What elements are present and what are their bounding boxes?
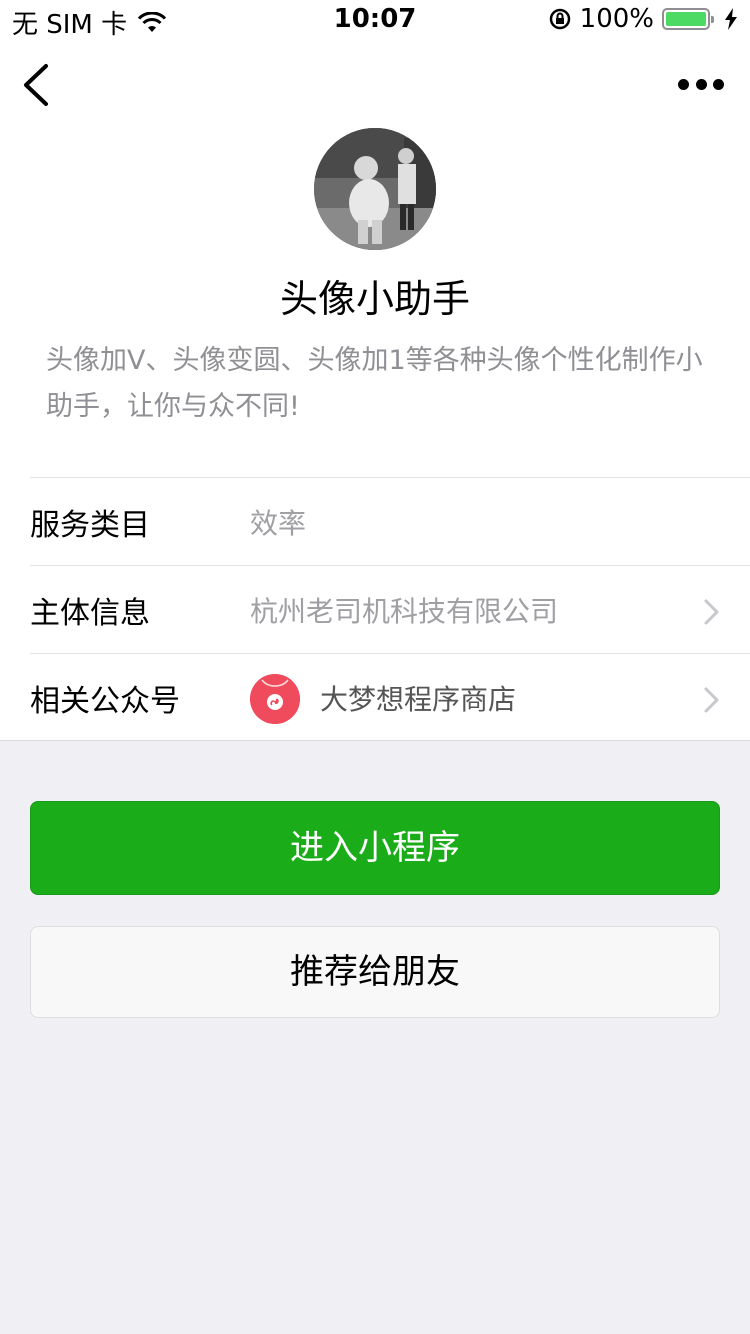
info-list: 服务类目 效率 主体信息 杭州老司机科技有限公司 相关公众号 大梦想程序商店 — [30, 477, 750, 741]
avatar — [314, 128, 436, 250]
entity-value: 杭州老司机科技有限公司 — [250, 595, 559, 628]
avatar-photo — [314, 128, 436, 250]
panel-divider — [0, 740, 750, 741]
official-account-name: 大梦想程序商店 — [320, 683, 517, 716]
status-right: 100% — [548, 4, 738, 34]
app-name: 头像小助手 — [279, 277, 470, 321]
chevron-right-icon — [704, 687, 719, 713]
status-bar: 无 SIM 卡 10:07 100% — [0, 0, 750, 40]
battery-fill — [666, 12, 706, 26]
rotation-lock-icon — [549, 8, 570, 30]
info-row-entity[interactable]: 主体信息 杭州老司机科技有限公司 — [30, 565, 750, 653]
charging-bolt-icon — [725, 8, 737, 30]
share-to-friend-button[interactable]: 推荐给朋友 — [30, 926, 720, 1018]
entity-label: 主体信息 — [30, 596, 150, 631]
more-dots-icon[interactable] — [678, 70, 724, 98]
dot — [678, 78, 689, 90]
chevron-right-icon — [704, 599, 719, 625]
account-label: 相关公众号 — [30, 684, 180, 719]
app-description: 头像加V、头像变圆、头像加1等各种头像个性化制作小助手，让你与众不同! — [46, 345, 703, 422]
battery-percent: 100% — [579, 4, 654, 34]
info-row-official-account[interactable]: 相关公众号 大梦想程序商店 — [30, 653, 750, 741]
miniprogram-logo-icon — [250, 674, 300, 724]
enter-miniprogram-button[interactable]: 进入小程序 — [30, 801, 720, 895]
info-row-category: 服务类目 效率 — [30, 477, 750, 565]
dot — [695, 78, 707, 90]
category-value: 效率 — [250, 507, 307, 540]
chevron-left-icon[interactable] — [16, 62, 56, 108]
battery-icon — [662, 8, 714, 30]
dot — [713, 78, 724, 90]
official-account-logo — [250, 674, 300, 724]
profile-panel: 头像小助手 头像加V、头像变圆、头像加1等各种头像个性化制作小助手，让你与众不同… — [0, 40, 750, 741]
screen: 无 SIM 卡 10:07 100% 头像小助手 头像加V、头像变圆、头像加1等… — [0, 0, 750, 1334]
category-label: 服务类目 — [30, 508, 150, 543]
